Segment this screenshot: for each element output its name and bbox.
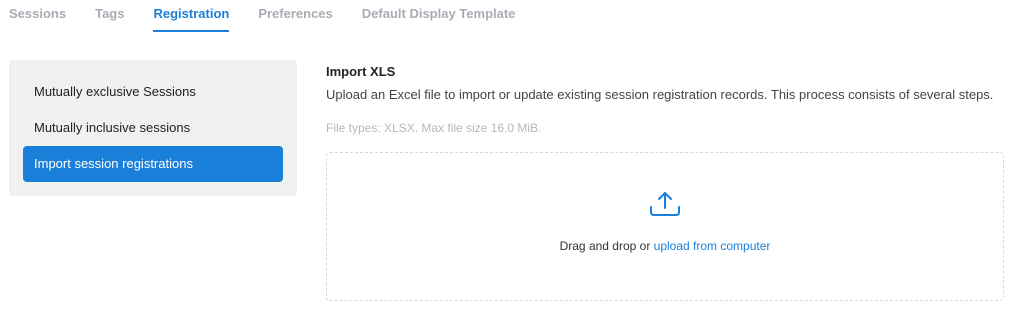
tab-registration[interactable]: Registration <box>153 0 230 32</box>
tab-sessions[interactable]: Sessions <box>9 0 66 32</box>
sidebar-item-import-session-registrations[interactable]: Import session registrations <box>23 146 283 182</box>
file-dropzone[interactable]: Drag and drop or upload from computer <box>326 152 1004 301</box>
dropzone-text: Drag and drop or upload from computer <box>327 239 1003 253</box>
dropzone-prefix: Drag and drop or <box>559 239 654 253</box>
tab-bar: Sessions Tags Registration Preferences D… <box>0 0 1019 32</box>
upload-icon <box>650 192 680 216</box>
file-type-hint: File types: XLSX. Max file size 16.0 MiB… <box>326 121 542 135</box>
tab-default-display-template[interactable]: Default Display Template <box>362 0 516 32</box>
tab-preferences[interactable]: Preferences <box>258 0 332 32</box>
import-panel: Import XLS Upload an Excel file to impor… <box>326 60 1006 301</box>
tab-tags[interactable]: Tags <box>95 0 124 32</box>
sidebar-item-mutually-exclusive-sessions[interactable]: Mutually exclusive Sessions <box>23 74 283 110</box>
import-description: Upload an Excel file to import or update… <box>326 87 994 102</box>
upload-from-computer-link[interactable]: upload from computer <box>654 239 771 253</box>
registration-sidebar: Mutually exclusive Sessions Mutually inc… <box>9 60 297 196</box>
sidebar-item-mutually-inclusive-sessions[interactable]: Mutually inclusive sessions <box>23 110 283 146</box>
page-title: Import XLS <box>326 64 396 79</box>
